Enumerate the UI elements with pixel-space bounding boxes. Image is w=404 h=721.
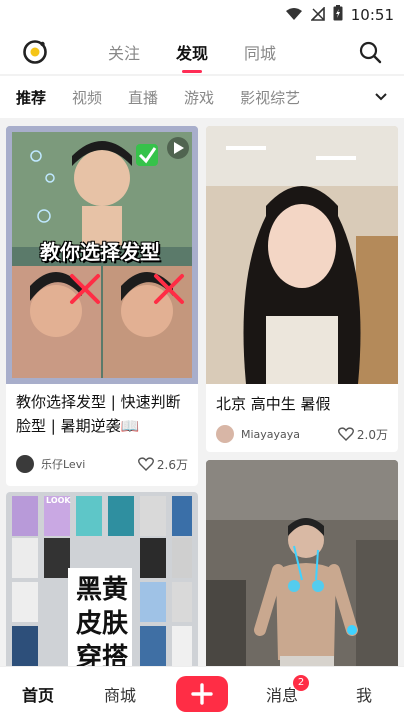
author-name[interactable]: Miayayaya [241, 428, 338, 441]
chevron-down-icon[interactable] [372, 88, 390, 106]
note-card[interactable]: LOOK 黑黄 皮肤 穿搭 [6, 492, 198, 666]
card-meta: 乐仔Levi 2.6万 [16, 452, 188, 476]
top-nav: 关注 发现 同城 [0, 30, 404, 74]
category-recommend[interactable]: 推荐 [16, 87, 46, 108]
bottom-nav: 首页 商城 消息 2 我 [0, 666, 404, 721]
no-signal-icon [309, 5, 325, 25]
author-name[interactable]: 乐仔Levi [41, 456, 138, 472]
category-film-variety[interactable]: 影视综艺 [240, 87, 300, 108]
note-card[interactable]: 北京 高中生 暑假 Miayayaya 2.0万 [206, 126, 398, 452]
cover-overlay-text: 教你选择发型 [40, 240, 160, 264]
messages-badge: 2 [293, 675, 309, 691]
nav-me[interactable]: 我 [356, 682, 372, 706]
wifi-icon [285, 6, 303, 25]
search-icon[interactable] [358, 40, 382, 64]
card-title[interactable]: 北京 高中生 暑假 [216, 392, 388, 416]
cover-look-label: LOOK [46, 496, 71, 505]
avatar[interactable] [16, 455, 34, 473]
card-cover-image[interactable]: LOOK 黑黄 皮肤 穿搭 [6, 492, 198, 666]
cover-overlay-line-3: 穿搭 [76, 643, 129, 666]
card-meta: Miayayaya 2.0万 [216, 422, 388, 446]
note-card[interactable] [206, 460, 398, 666]
heart-icon [337, 427, 354, 441]
tab-discover[interactable]: 发现 [176, 40, 208, 73]
cover-overlay-line-1: 黑黄 [76, 575, 129, 605]
top-tabs: 关注 发现 同城 [108, 30, 276, 74]
heart-icon [137, 457, 154, 471]
tab-nearby[interactable]: 同城 [244, 40, 276, 64]
cover-overlay-line-2: 皮肤 [76, 609, 129, 639]
avatar[interactable] [216, 425, 234, 443]
like-count-value: 2.0万 [356, 427, 388, 442]
app-logo-icon[interactable] [22, 39, 48, 65]
plus-icon [191, 683, 213, 705]
like-count[interactable]: 2.0万 [337, 426, 388, 443]
category-live[interactable]: 直播 [128, 87, 158, 108]
status-bar: 10:51 [0, 0, 404, 30]
card-cover-image[interactable]: 教你选择发型 [6, 126, 198, 384]
create-post-button[interactable] [176, 676, 228, 712]
status-time: 10:51 [350, 6, 394, 24]
tab-following[interactable]: 关注 [108, 40, 140, 64]
discover-feed[interactable]: 教你选择发型 教你选择发型 | 快速判断脸型 | 暑期逆袭📖 乐仔Levi 2.… [0, 118, 404, 666]
nav-mall[interactable]: 商城 [104, 682, 136, 706]
card-cover-image[interactable] [206, 460, 398, 666]
category-video[interactable]: 视频 [72, 87, 102, 108]
card-cover-image[interactable] [206, 126, 398, 384]
nav-home[interactable]: 首页 [22, 682, 54, 706]
category-bar: 推荐 视频 直播 游戏 影视综艺 [0, 76, 404, 118]
battery-charging-icon [333, 5, 343, 25]
like-count-value: 2.6万 [156, 457, 188, 472]
note-card[interactable]: 教你选择发型 教你选择发型 | 快速判断脸型 | 暑期逆袭📖 乐仔Levi 2.… [6, 126, 198, 486]
category-games[interactable]: 游戏 [184, 87, 214, 108]
card-title[interactable]: 教你选择发型 | 快速判断脸型 | 暑期逆袭📖 [16, 390, 188, 438]
like-count[interactable]: 2.6万 [137, 456, 188, 473]
